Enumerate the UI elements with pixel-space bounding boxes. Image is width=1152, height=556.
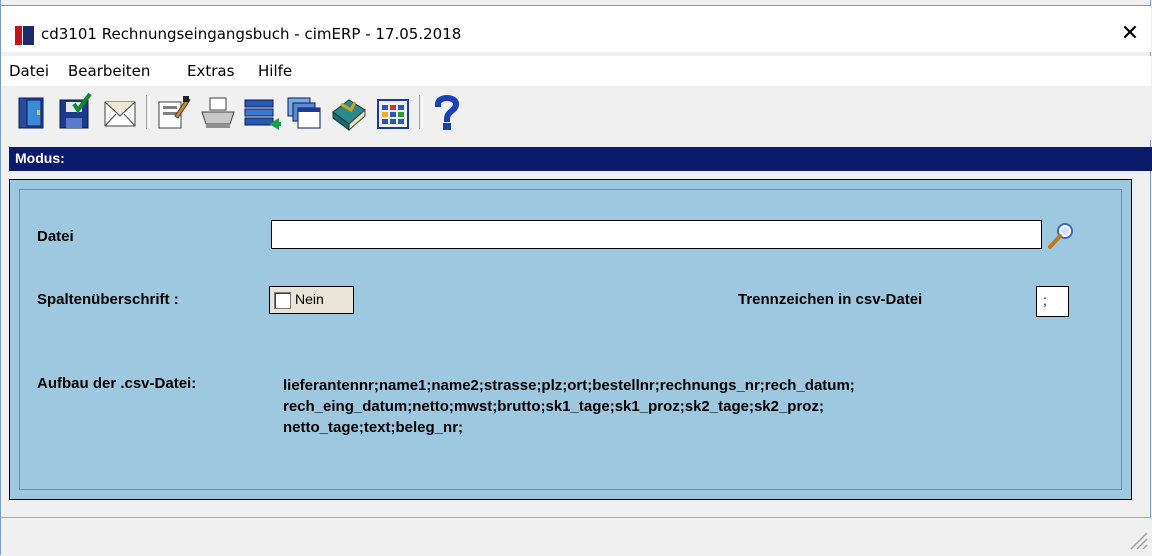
resize-grip-icon[interactable]	[1127, 529, 1149, 551]
csv-aufbau-line: netto_tage;text;beleg_nr;	[283, 419, 464, 436]
trennzeichen-input[interactable]: ;	[1036, 286, 1069, 317]
toolbar-separator	[419, 95, 423, 129]
close-button[interactable]: ✕	[1113, 18, 1147, 50]
menu-bearbeiten[interactable]: Bearbeiten	[68, 62, 150, 80]
csv-aufbau-line: rech_eing_datum;netto;mwst;brutto;sk1_ta…	[283, 398, 824, 415]
search-icon[interactable]	[1046, 220, 1076, 250]
printer-icon[interactable]	[198, 90, 238, 134]
csv-aufbau-text: lieferantennr;name1;name2;strasse;plz;or…	[283, 375, 1083, 438]
edit-properties-icon[interactable]	[153, 90, 193, 134]
spaltenueberschrift-label: Spaltenüberschrift :	[37, 291, 179, 308]
toolbar-separator	[146, 95, 150, 129]
app-window: cd3101 Rechnungseingangsbuch - cimERP - …	[0, 0, 1152, 556]
toolbar	[1, 86, 1151, 140]
import-list-icon[interactable]	[241, 90, 281, 134]
help-question-icon[interactable]	[427, 90, 467, 134]
menu-extras[interactable]: Extras	[187, 62, 234, 80]
trennzeichen-label: Trennzeichen in csv-Datei	[738, 291, 923, 308]
grid-calendar-icon[interactable]	[373, 90, 413, 134]
exit-door-icon[interactable]	[13, 90, 53, 134]
mode-bar: Modus:	[9, 147, 1152, 171]
spaltenueberschrift-checkbox[interactable]: Nein	[269, 286, 354, 314]
checkbox-square[interactable]	[274, 292, 291, 309]
datei-label: Datei	[37, 228, 74, 245]
window-title: cd3101 Rechnungseingangsbuch - cimERP - …	[41, 25, 462, 43]
app-logo-icon	[15, 26, 34, 45]
save-floppy-icon[interactable]	[56, 90, 96, 134]
mode-label: Modus:	[15, 150, 65, 166]
csv-aufbau-label: Aufbau der .csv-Datei:	[37, 375, 197, 392]
title-bar[interactable]: cd3101 Rechnungseingangsbuch - cimERP - …	[1, 5, 1151, 52]
csv-aufbau-line: lieferantennr;name1;name2;strasse;plz;or…	[283, 377, 855, 394]
checkbox-label: Nein	[295, 291, 324, 307]
book-icon[interactable]	[329, 90, 369, 134]
menu-datei[interactable]: Datei	[9, 62, 49, 80]
mail-envelope-icon[interactable]	[101, 90, 141, 134]
datei-input[interactable]	[271, 220, 1042, 249]
status-bar	[1, 517, 1151, 556]
menu-hilfe[interactable]: Hilfe	[258, 62, 292, 80]
import-form-panel: Datei Spaltenüberschrift : Nein Trennzei…	[9, 179, 1132, 500]
menu-bar: Datei Bearbeiten Extras Hilfe	[1, 56, 1151, 86]
windows-cascade-icon[interactable]	[285, 90, 325, 134]
